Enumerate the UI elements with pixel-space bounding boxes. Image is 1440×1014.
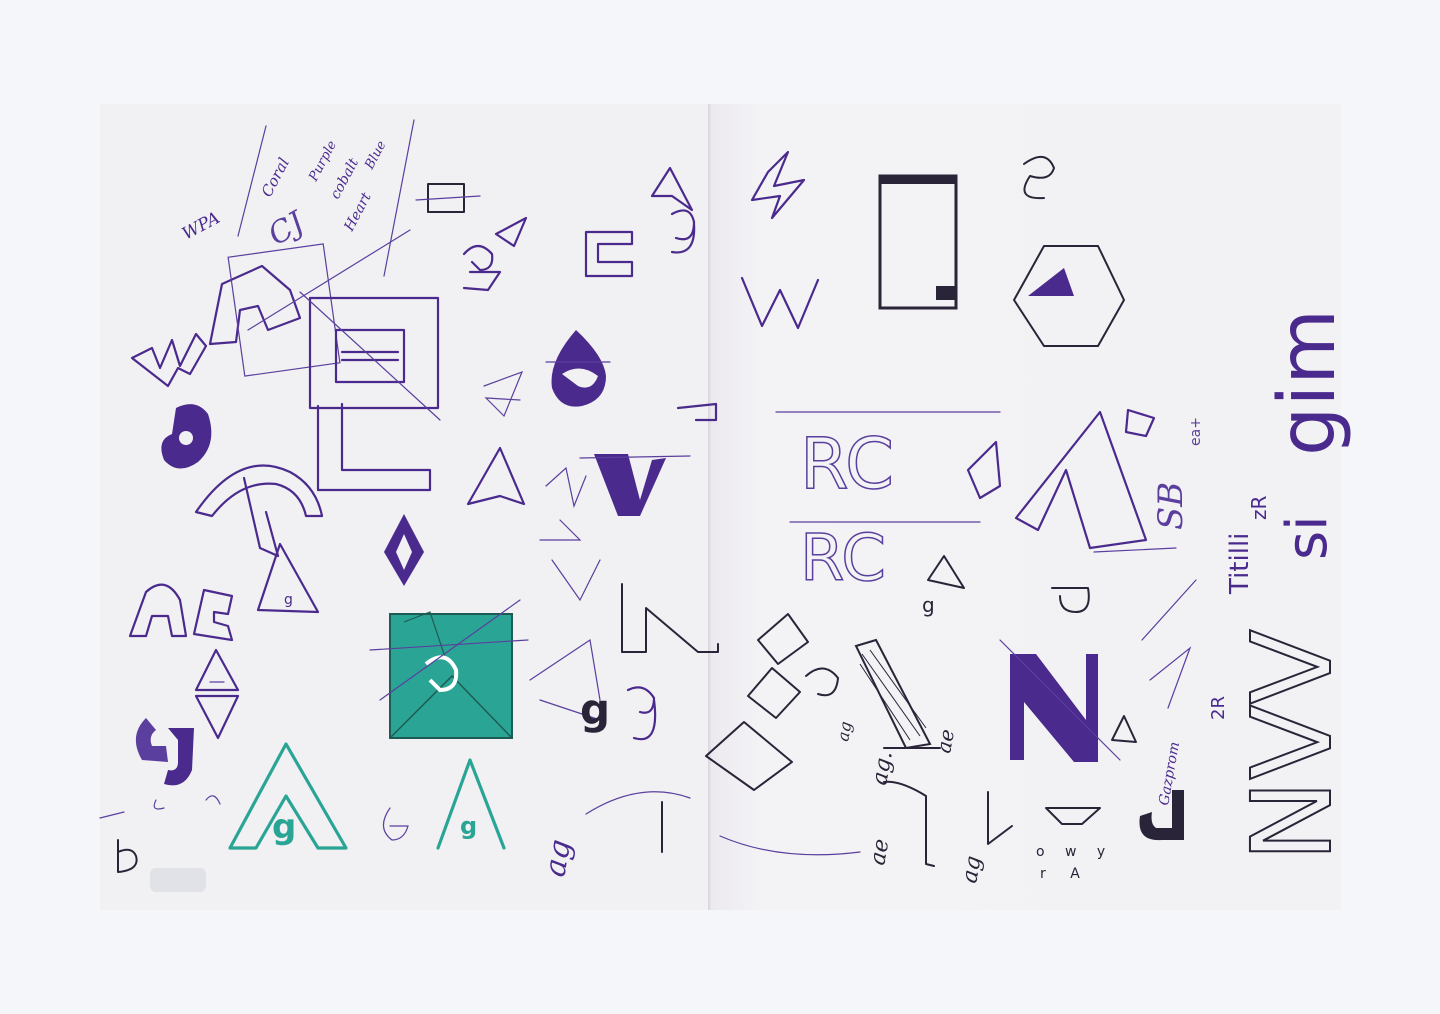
knot-sketch (1023, 156, 1055, 200)
tiny-a-letter: g (922, 593, 935, 617)
note-wpa: WPA (179, 208, 223, 244)
a-triangle-sketch (650, 166, 694, 212)
diamond-sketch (384, 514, 424, 586)
small-a-sketch (966, 440, 1002, 500)
titillium-label: Titilli (1225, 533, 1255, 595)
cj-sketch (135, 718, 221, 810)
zr2-label: 2R (1208, 696, 1229, 720)
small-b-sketch (99, 811, 206, 892)
si-label: si (1275, 515, 1340, 560)
typography-notes: Titilli zR gim si SB ea+ (1151, 309, 1353, 595)
scribble-letters (529, 466, 601, 721)
n-outline-sketch (621, 583, 719, 653)
color-notes: WPA Coral Purple cobalt Blue Heart CJ (179, 119, 415, 277)
square-f-sketch (415, 183, 481, 213)
ag-label-4: ae (931, 727, 959, 755)
purple-v-sketch (579, 402, 718, 516)
star-sketch (483, 370, 524, 418)
g-bold-letter: g (580, 685, 610, 734)
ag-label-1: ag (537, 837, 578, 880)
divider-line (237, 125, 267, 237)
note-blue: Blue (362, 138, 390, 172)
ag-t-sketch: ag (537, 791, 691, 880)
av-stack-sketch (194, 648, 240, 740)
aga-sketch: g (128, 542, 320, 642)
zr-label: zR (1247, 496, 1271, 520)
scanned-sketchbook-spread: WPA Coral Purple cobalt Blue Heart CJ g … (0, 0, 1440, 1014)
ag-label-3: ag (833, 720, 855, 743)
teal-g-letter: g (272, 807, 296, 847)
gim-label: gim (1263, 309, 1353, 456)
sb-label: SB (1151, 482, 1191, 530)
eat-label: ea+ (1188, 417, 1204, 446)
ag-variants: ag. ag ae ae ag (833, 720, 986, 885)
g-arrow-sketch (462, 216, 528, 292)
ag-label-6: ag (957, 854, 986, 885)
w-letter-sketch (740, 276, 820, 330)
ag-label-5: ae (865, 837, 894, 867)
scribble-lines-right (1141, 579, 1197, 709)
rc-label-1: RC (800, 423, 894, 505)
small-a-right-sketch (1111, 715, 1137, 743)
z-small-sketch (1124, 408, 1156, 438)
rc-label-2: RC (800, 522, 886, 596)
divider-line (383, 119, 415, 277)
aga-g-letter: g (284, 592, 293, 608)
note-cobalt: cobalt (327, 155, 362, 201)
e-bracket-sketch (584, 230, 634, 278)
gg-sketch: g (580, 685, 657, 741)
note-coral: Coral (258, 155, 293, 200)
logo-sketches: WPA Coral Purple cobalt Blue Heart CJ g … (99, 119, 1357, 892)
teal-a-outline-logo: g (436, 758, 506, 850)
rc-sketch: RC RC (775, 411, 1001, 597)
hexagon-logo-sketch (1013, 245, 1125, 347)
note-heart: Heart (341, 190, 375, 235)
heart-g-sketch (161, 404, 212, 469)
teal-a-g-logo: g (228, 742, 348, 850)
g-square-logo (878, 174, 958, 310)
note-purple: Purple (306, 138, 340, 185)
a-outline-sketch (466, 446, 526, 506)
small-e-sketch (382, 807, 409, 841)
teal-square-logo (369, 599, 529, 739)
arch-ae-sketch (194, 464, 324, 558)
nvv-label: NVV (1228, 629, 1356, 862)
drop-logo-sketch (545, 330, 611, 407)
teal-g-letter-2: g (460, 812, 477, 840)
g-right-sketch (670, 209, 696, 254)
z-arrow-sketch (750, 150, 806, 220)
purple-n-logo (999, 639, 1121, 762)
owy-label: o w y (1036, 844, 1113, 860)
ra-label: r A (1040, 866, 1090, 882)
note-cj: CJ (263, 204, 313, 253)
hatched-slash-sketch (854, 638, 941, 750)
